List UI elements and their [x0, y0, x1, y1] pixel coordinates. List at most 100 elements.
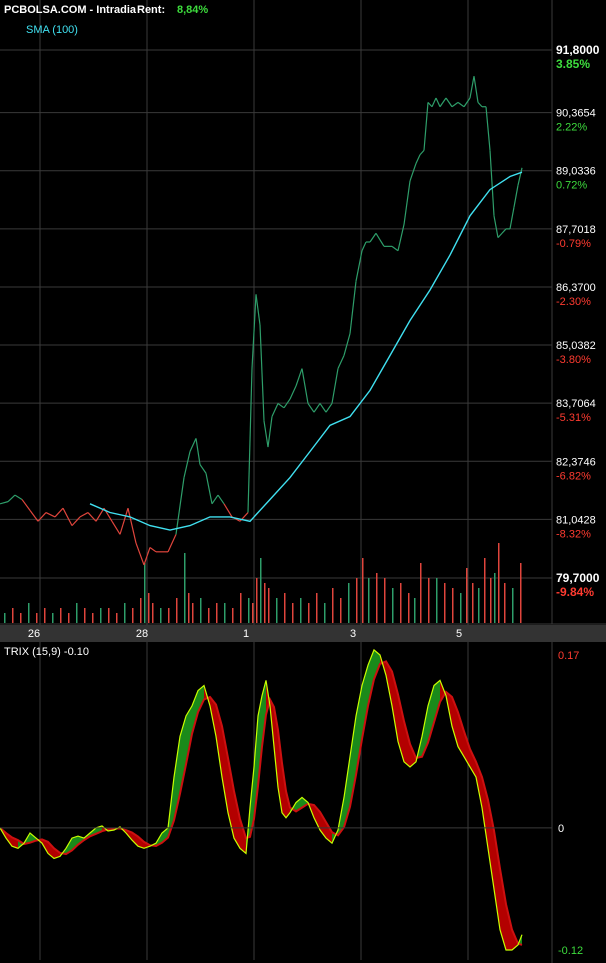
volume-bar [84, 608, 86, 623]
volume-bar [232, 608, 234, 623]
x-axis-strip [0, 625, 606, 642]
price-tick-label: 85,0382 [556, 340, 596, 352]
x-tick-label: 28 [136, 628, 148, 640]
volume-bar [36, 613, 38, 623]
pct-tick-label: -3.80% [556, 354, 591, 366]
volume-bar [160, 608, 162, 623]
pct-tick-label: 2.22% [556, 122, 587, 134]
volume-bar [466, 568, 468, 623]
trix-legend: TRIX (15,9) -0.10 [4, 646, 89, 658]
volume-bar [268, 588, 270, 623]
volume-bar [216, 603, 218, 623]
volume-bar [92, 613, 94, 623]
volume-bar [152, 603, 154, 623]
price-tick-label: 81,0428 [556, 514, 596, 526]
volume-bar [176, 598, 178, 623]
volume-bar [276, 598, 278, 623]
volume-bar [472, 583, 474, 623]
volume-bar [248, 598, 250, 623]
sma-legend: SMA (100) [26, 24, 78, 36]
volume-bar [452, 588, 454, 623]
volume-bar [484, 558, 486, 623]
volume-bar [494, 573, 496, 623]
volume-bar [368, 578, 370, 623]
x-tick-label: 5 [456, 628, 462, 640]
volume-bar [420, 563, 422, 623]
volume-bar [188, 593, 190, 623]
x-tick-label: 1 [243, 628, 249, 640]
trix-tick-label: 0 [558, 823, 564, 835]
volume-bar [356, 578, 358, 623]
volume-bar [340, 598, 342, 623]
price-tick-label: 87,7018 [556, 224, 596, 236]
rent-label: Rent: [137, 4, 165, 16]
x-tick-label: 26 [28, 628, 40, 640]
price-tick-label: 89,0336 [556, 166, 596, 178]
pct-tick-label: 0.72% [556, 180, 587, 192]
volume-bar [428, 578, 430, 623]
trix-tick-label: 0.17 [558, 650, 579, 662]
price-tick-label: 83,7064 [556, 398, 596, 410]
chart-canvas: 91,80003.85% 90,3654 2.22% 89,0336 0.72% 87,7… [0, 0, 606, 963]
pct-tick-label: -2.30% [556, 296, 591, 308]
price-tick-label: 91,8000 [556, 43, 600, 57]
volume-bar [504, 583, 506, 623]
volume-bar [52, 613, 54, 623]
volume-bar [208, 608, 210, 623]
volume-bar [144, 563, 146, 623]
volume-bar [348, 583, 350, 623]
volume-bar [68, 613, 70, 623]
volume-bar [332, 588, 334, 623]
volume-bar [116, 613, 118, 623]
volume-bar [444, 583, 446, 623]
pct-tick-label: -5.31% [556, 412, 591, 424]
chart-background [0, 0, 606, 963]
volume-bar [408, 593, 410, 623]
volume-bar [436, 578, 438, 623]
volume-bar [132, 608, 134, 623]
volume-bar [148, 593, 150, 623]
volume-bar [20, 613, 22, 623]
volume-bar [108, 608, 110, 623]
volume-bar [414, 598, 416, 623]
pct-tick-label: 3.85% [556, 57, 590, 71]
volume-bar [292, 603, 294, 623]
chart-title: PCBOLSA.COM - Intradia [4, 4, 137, 16]
volume-bar [400, 583, 402, 623]
volume-bar [184, 553, 186, 623]
volume-bar [512, 588, 514, 623]
volume-bar [490, 578, 492, 623]
volume-bar [28, 603, 30, 623]
volume-bar [520, 563, 522, 623]
volume-bar [460, 593, 462, 623]
volume-bar [224, 603, 226, 623]
volume-bar [256, 578, 258, 623]
x-tick-label: 3 [350, 628, 356, 640]
volume-bar [498, 543, 500, 623]
volume-bar [168, 608, 170, 623]
volume-bar [316, 593, 318, 623]
volume-bar [240, 593, 242, 623]
volume-bar [284, 593, 286, 623]
volume-bar [384, 578, 386, 623]
volume-bar [4, 613, 6, 623]
volume-bar [200, 598, 202, 623]
volume-bar [362, 558, 364, 623]
volume-bar [44, 608, 46, 623]
volume-bar [376, 573, 378, 623]
volume-bar [264, 583, 266, 623]
rent-value: 8,84% [177, 4, 208, 16]
volume-bar [324, 603, 326, 623]
volume-bar [76, 603, 78, 623]
volume-bar [392, 588, 394, 623]
trix-tick-label: -0.12 [558, 945, 583, 957]
volume-bar [300, 598, 302, 623]
volume-bar [308, 603, 310, 623]
pct-tick-label: -8.32% [556, 528, 591, 540]
volume-bar [140, 598, 142, 623]
volume-bar [478, 588, 480, 623]
pct-tick-label: -0.79% [556, 238, 591, 250]
volume-bar [60, 608, 62, 623]
price-tick-label: 82,3746 [556, 456, 596, 468]
volume-bar [12, 608, 14, 623]
